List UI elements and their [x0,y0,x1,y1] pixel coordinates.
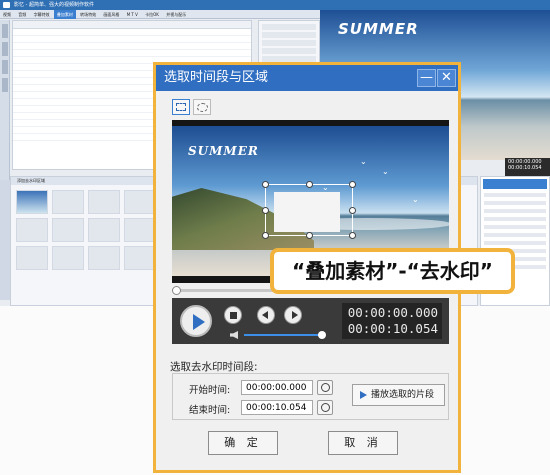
menu-tab[interactable]: 画面风格 [100,10,122,19]
close-button[interactable]: ✕ [437,69,456,87]
bird-icon: ⌄ [412,195,419,204]
bird-icon: ⌄ [360,157,367,166]
app-preview-title: SUMMER [338,20,419,38]
resize-handle[interactable] [349,181,356,188]
timeline-left-tab [0,180,10,300]
end-time-label: 结束时间: [189,405,231,416]
current-time: 00:00:00.000 [347,305,438,320]
app-timecode: 00:00:00.000 00:00:10.054 [505,158,550,176]
menu-tab[interactable]: 视频 [0,10,14,19]
resize-handle[interactable] [306,232,313,239]
export-video-button[interactable] [483,179,547,189]
callout-label: “叠加素材”-“去水印” [270,248,515,294]
next-icon [292,311,298,319]
seek-thumb[interactable] [172,286,181,295]
start-time-label: 开始时间: [189,385,231,396]
start-time-input[interactable] [241,380,313,395]
play-selection-label: 播放选取的片段 [371,390,435,400]
resize-handle[interactable] [262,207,269,214]
resize-handle[interactable] [262,181,269,188]
play-icon [193,314,205,330]
video-title: SUMMER [188,144,259,158]
resize-handle[interactable] [262,232,269,239]
app-sidebar [0,20,10,180]
app-title: 影忆 - 超简单、强大的视频制作软件 [14,2,94,8]
ok-button[interactable]: 确 定 [208,431,278,455]
ellipse-select-icon[interactable] [193,99,211,115]
section-label: 选取去水印时间段: [170,361,258,373]
next-frame-button[interactable] [284,306,302,324]
selection-tools [172,99,216,117]
app-menubar: 视频 音频 字幕特效 叠加素材 转场特效 画面风格 M T V 卡拉OK 并视与… [0,10,320,19]
resize-handle[interactable] [306,181,313,188]
end-time-clock-icon[interactable] [317,400,333,415]
resize-handle[interactable] [349,232,356,239]
total-time: 00:00:10.054 [347,321,438,336]
dialog-title: 选取时间段与区域 [156,65,458,91]
menu-tab[interactable]: 音频 [15,10,29,19]
speaker-icon [230,331,238,339]
cancel-button[interactable]: 取 消 [328,431,398,455]
menu-tab[interactable]: 转场特效 [77,10,99,19]
volume-knob[interactable] [318,331,326,339]
play-icon [360,391,367,399]
stop-icon [230,312,237,319]
end-time-input[interactable] [241,400,313,415]
prev-icon [262,311,268,319]
timecode-display: 00:00:00.000 00:00:10.054 [342,303,442,339]
play-button[interactable] [180,305,212,337]
minimize-button[interactable]: — [417,69,436,87]
watermark-region-selector[interactable] [262,181,356,239]
time-range-group: 开始时间: 结束时间: 播放选取的片段 [172,373,449,420]
menu-tab-overlay[interactable]: 叠加素材 [53,10,76,19]
play-selection-button[interactable]: 播放选取的片段 [352,384,445,406]
start-time-clock-icon[interactable] [317,380,333,395]
app-titlebar: 影忆 - 超简单、强大的视频制作软件 [0,0,550,10]
resize-handle[interactable] [349,207,356,214]
previous-frame-button[interactable] [257,306,275,324]
menu-tab[interactable]: 卡拉OK [142,10,162,19]
rectangle-select-icon[interactable] [172,99,190,115]
bird-icon: ⌄ [382,167,389,176]
menu-tab[interactable]: 字幕特效 [31,10,53,19]
stop-button[interactable] [224,306,242,324]
volume-slider[interactable] [230,330,326,340]
menu-tab[interactable]: 并视与配乐 [163,10,189,19]
player-controls: 00:00:00.000 00:00:10.054 [172,298,449,344]
overlay-material [274,192,340,232]
menu-tab[interactable]: M T V [124,10,141,19]
app-logo-icon [3,2,10,8]
timeline-clip[interactable] [16,190,48,214]
